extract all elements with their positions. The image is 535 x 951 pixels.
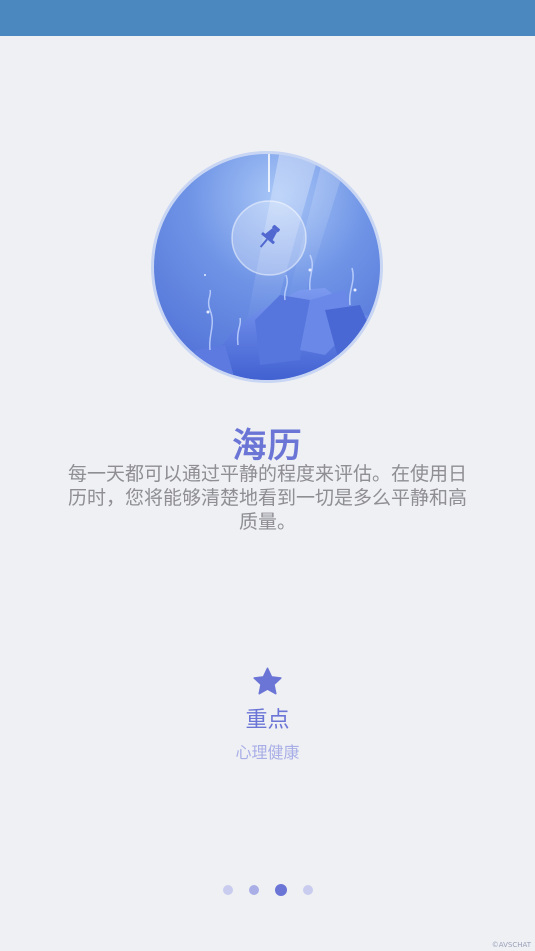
page-dot-active[interactable]: [274, 884, 287, 896]
page-title: 海历: [232, 426, 303, 466]
page-dot[interactable]: [222, 885, 233, 895]
sea-illustration: [151, 151, 383, 383]
page-dot[interactable]: [302, 885, 313, 895]
page-description: 每一天都可以通过平静的程度来评估。在使用日历时，您将能够清楚地看到一切是多么平静…: [67, 463, 467, 533]
page-indicator[interactable]: [0, 884, 535, 896]
page-dot[interactable]: [248, 885, 259, 895]
feature-subtitle: 心理健康: [235, 743, 300, 762]
status-bar: [0, 0, 535, 36]
watermark: ©AVSCHAT: [491, 941, 531, 949]
star-icon: [253, 667, 282, 695]
pin-icon: [259, 224, 281, 248]
feature-title: 重点: [245, 708, 290, 733]
